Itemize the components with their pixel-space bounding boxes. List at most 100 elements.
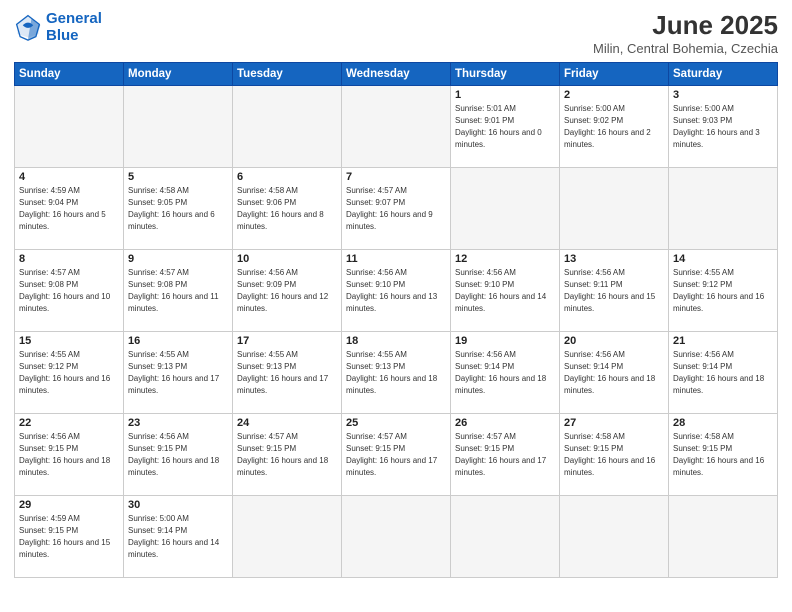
day-number: 2: [564, 89, 664, 101]
calendar-cell: 15Sunrise: 4:55 AMSunset: 9:12 PMDayligh…: [15, 332, 124, 414]
calendar-week-2: 8 Sunrise: 4:57 AMSunset: 9:08 PMDaylight…: [15, 250, 778, 332]
day-number: 15: [19, 335, 119, 347]
calendar-cell: [669, 496, 778, 578]
header-area: General Blue June 2025 Milin, Central Bo…: [14, 10, 778, 56]
calendar-cell: 26Sunrise: 4:57 AMSunset: 9:15 PMDayligh…: [451, 414, 560, 496]
day-number: 12: [455, 253, 555, 265]
calendar-cell: [560, 496, 669, 578]
calendar-cell: [560, 168, 669, 250]
day-number: 3: [673, 89, 773, 101]
day-number: 18: [346, 335, 446, 347]
calendar-cell: [233, 86, 342, 168]
day-number: 4: [19, 171, 119, 183]
day-number: 16: [128, 335, 228, 347]
day-info: Sunrise: 4:56 AMSunset: 9:10 PMDaylight:…: [346, 267, 446, 315]
day-info: Sunrise: 4:55 AMSunset: 9:13 PMDaylight:…: [346, 349, 446, 397]
day-info: Sunrise: 5:00 AMSunset: 9:02 PMDaylight:…: [564, 103, 664, 151]
day-info: Sunrise: 4:56 AMSunset: 9:14 PMDaylight:…: [564, 349, 664, 397]
calendar-cell: 24 Sunrise: 4:57 AMSunset: 9:15 PMDayligh…: [233, 414, 342, 496]
calendar-cell: 6Sunrise: 4:58 AMSunset: 9:06 PMDaylight…: [233, 168, 342, 250]
calendar-cell: 4 Sunrise: 4:59 AMSunset: 9:04 PMDaylight…: [15, 168, 124, 250]
day-number: 14: [673, 253, 773, 265]
day-info: Sunrise: 4:58 AMSunset: 9:05 PMDaylight:…: [128, 185, 228, 233]
day-number: 28: [673, 417, 773, 429]
day-info: Sunrise: 4:55 AMSunset: 9:12 PMDaylight:…: [673, 267, 773, 315]
calendar-cell: 17 Sunrise: 4:55 AMSunset: 9:13 PMDayligh…: [233, 332, 342, 414]
calendar-week-5: 29Sunrise: 4:59 AMSunset: 9:15 PMDayligh…: [15, 496, 778, 578]
day-number: 23: [128, 417, 228, 429]
calendar-header-sunday: Sunday: [15, 63, 124, 86]
day-number: 11: [346, 253, 446, 265]
calendar-cell: [233, 496, 342, 578]
calendar-cell: 28Sunrise: 4:58 AMSunset: 9:15 PMDayligh…: [669, 414, 778, 496]
day-number: 17: [237, 335, 337, 347]
day-info: Sunrise: 5:00 AMSunset: 9:03 PMDaylight:…: [673, 103, 773, 151]
day-info: Sunrise: 4:56 AMSunset: 9:15 PMDaylight:…: [19, 431, 119, 479]
page: General Blue June 2025 Milin, Central Bo…: [0, 0, 792, 612]
calendar-header-row: SundayMondayTuesdayWednesdayThursdayFrid…: [15, 63, 778, 86]
day-info: Sunrise: 4:56 AMSunset: 9:15 PMDaylight:…: [128, 431, 228, 479]
calendar-cell: 9 Sunrise: 4:57 AMSunset: 9:08 PMDaylight…: [124, 250, 233, 332]
day-number: 7: [346, 171, 446, 183]
calendar-cell: [15, 86, 124, 168]
calendar-cell: 13Sunrise: 4:56 AMSunset: 9:11 PMDayligh…: [560, 250, 669, 332]
day-number: 8: [19, 253, 119, 265]
calendar-header-wednesday: Wednesday: [342, 63, 451, 86]
calendar-cell: 12 Sunrise: 4:56 AMSunset: 9:10 PMDayligh…: [451, 250, 560, 332]
day-info: Sunrise: 4:59 AMSunset: 9:15 PMDaylight:…: [19, 513, 119, 561]
month-title: June 2025: [593, 10, 778, 41]
calendar-cell: 21Sunrise: 4:56 AMSunset: 9:14 PMDayligh…: [669, 332, 778, 414]
calendar-cell: 25Sunrise: 4:57 AMSunset: 9:15 PMDayligh…: [342, 414, 451, 496]
title-area: June 2025 Milin, Central Bohemia, Czechi…: [593, 10, 778, 56]
day-number: 30: [128, 499, 228, 511]
day-number: 10: [237, 253, 337, 265]
day-number: 6: [237, 171, 337, 183]
calendar-header-friday: Friday: [560, 63, 669, 86]
day-info: Sunrise: 5:01 AMSunset: 9:01 PMDaylight:…: [455, 103, 555, 151]
calendar-cell: 30Sunrise: 5:00 AMSunset: 9:14 PMDayligh…: [124, 496, 233, 578]
calendar-cell: 2 Sunrise: 5:00 AMSunset: 9:02 PMDaylight…: [560, 86, 669, 168]
calendar-header-thursday: Thursday: [451, 63, 560, 86]
calendar-cell: 22Sunrise: 4:56 AMSunset: 9:15 PMDayligh…: [15, 414, 124, 496]
calendar-cell: [669, 168, 778, 250]
logo-icon: [14, 13, 42, 41]
calendar-cell: [124, 86, 233, 168]
day-number: 27: [564, 417, 664, 429]
calendar-cell: 1 Sunrise: 5:01 AMSunset: 9:01 PMDaylight…: [451, 86, 560, 168]
day-number: 5: [128, 171, 228, 183]
calendar-cell: 27Sunrise: 4:58 AMSunset: 9:15 PMDayligh…: [560, 414, 669, 496]
day-info: Sunrise: 4:57 AMSunset: 9:15 PMDaylight:…: [237, 431, 337, 479]
calendar-cell: 18 Sunrise: 4:55 AMSunset: 9:13 PMDayligh…: [342, 332, 451, 414]
day-number: 20: [564, 335, 664, 347]
day-info: Sunrise: 4:55 AMSunset: 9:13 PMDaylight:…: [237, 349, 337, 397]
day-number: 21: [673, 335, 773, 347]
calendar-cell: 3 Sunrise: 5:00 AMSunset: 9:03 PMDaylight…: [669, 86, 778, 168]
day-info: Sunrise: 4:57 AMSunset: 9:07 PMDaylight:…: [346, 185, 446, 233]
day-info: Sunrise: 4:56 AMSunset: 9:10 PMDaylight:…: [455, 267, 555, 315]
calendar-cell: 11 Sunrise: 4:56 AMSunset: 9:10 PMDayligh…: [342, 250, 451, 332]
calendar-cell: 16Sunrise: 4:55 AMSunset: 9:13 PMDayligh…: [124, 332, 233, 414]
calendar-week-0: 1 Sunrise: 5:01 AMSunset: 9:01 PMDaylight…: [15, 86, 778, 168]
day-info: Sunrise: 4:56 AMSunset: 9:11 PMDaylight:…: [564, 267, 664, 315]
day-info: Sunrise: 4:56 AMSunset: 9:14 PMDaylight:…: [455, 349, 555, 397]
calendar-cell: 14 Sunrise: 4:55 AMSunset: 9:12 PMDayligh…: [669, 250, 778, 332]
logo-text: General Blue: [46, 10, 102, 45]
day-info: Sunrise: 4:59 AMSunset: 9:04 PMDaylight:…: [19, 185, 119, 233]
day-number: 9: [128, 253, 228, 265]
calendar-cell: 20 Sunrise: 4:56 AMSunset: 9:14 PMDayligh…: [560, 332, 669, 414]
calendar-cell: [342, 496, 451, 578]
calendar-cell: 8 Sunrise: 4:57 AMSunset: 9:08 PMDaylight…: [15, 250, 124, 332]
calendar-header-saturday: Saturday: [669, 63, 778, 86]
day-info: Sunrise: 4:57 AMSunset: 9:08 PMDaylight:…: [19, 267, 119, 315]
calendar-cell: 10Sunrise: 4:56 AMSunset: 9:09 PMDayligh…: [233, 250, 342, 332]
day-number: 1: [455, 89, 555, 101]
calendar-table: SundayMondayTuesdayWednesdayThursdayFrid…: [14, 62, 778, 578]
day-info: Sunrise: 4:57 AMSunset: 9:08 PMDaylight:…: [128, 267, 228, 315]
logo-general: General: [46, 10, 102, 27]
calendar-cell: 29Sunrise: 4:59 AMSunset: 9:15 PMDayligh…: [15, 496, 124, 578]
day-number: 24: [237, 417, 337, 429]
calendar-cell: [451, 168, 560, 250]
calendar-header-monday: Monday: [124, 63, 233, 86]
calendar-cell: 5 Sunrise: 4:58 AMSunset: 9:05 PMDaylight…: [124, 168, 233, 250]
calendar-week-1: 4 Sunrise: 4:59 AMSunset: 9:04 PMDaylight…: [15, 168, 778, 250]
